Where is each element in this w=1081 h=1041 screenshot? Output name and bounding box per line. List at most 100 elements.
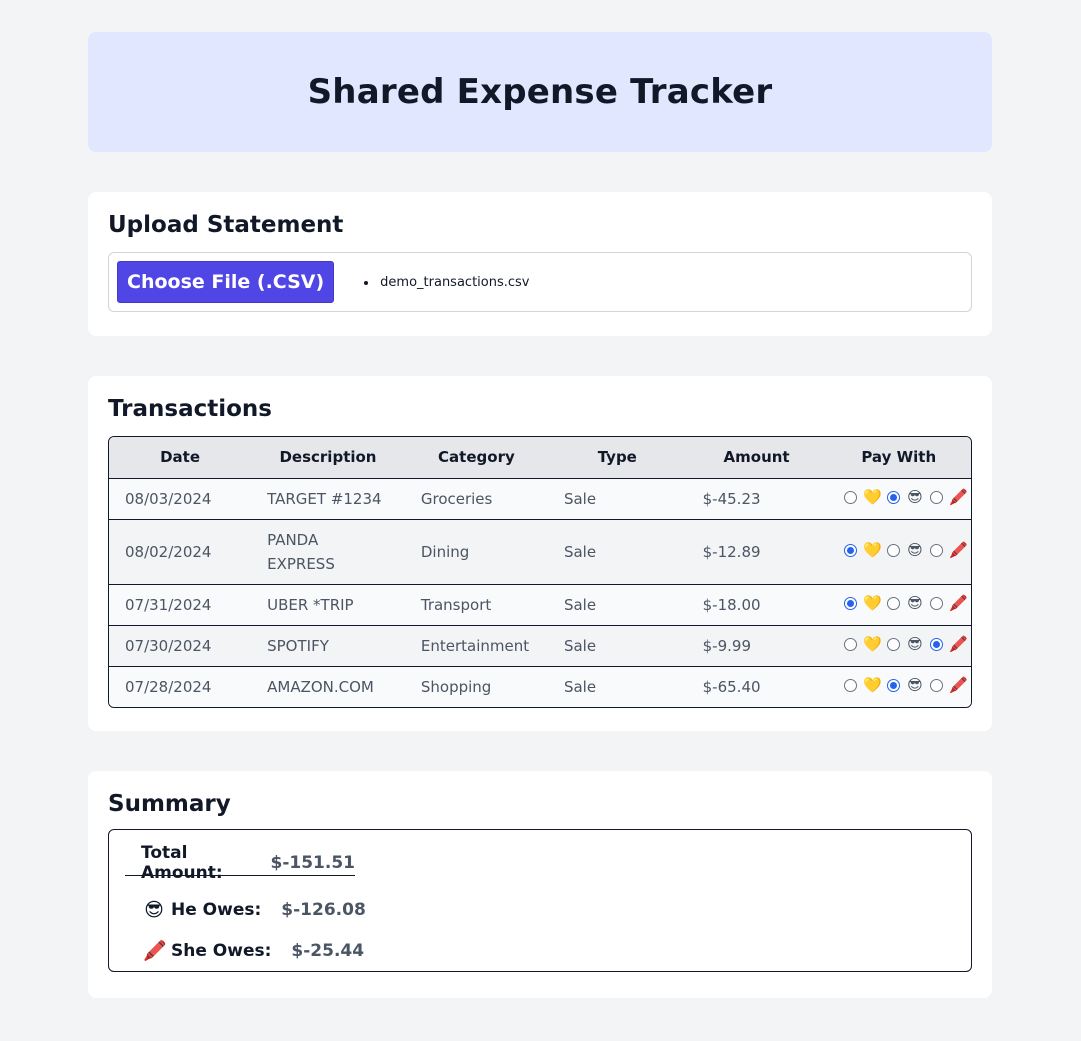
pencil-icon: 🖍️ xyxy=(949,540,968,559)
table-row: 07/31/2024 UBER *TRIP Transport Sale $-18.00… xyxy=(109,584,971,626)
pay-option-shared-heart: 💛 xyxy=(844,593,882,612)
pay-with-radio[interactable] xyxy=(887,596,900,610)
column-header-date[interactable]: Date xyxy=(109,437,252,479)
amount-cell: $-9.99 xyxy=(686,625,827,667)
pay-option-she-pencil: 🖍️ xyxy=(930,634,968,653)
total-amount-label: Total Amount: xyxy=(141,842,223,883)
date-cell: 07/31/2024 xyxy=(109,584,252,626)
file-list: demo_transactions.csv xyxy=(378,275,529,290)
pay-with-cell: 💛 😎 🖍️ xyxy=(826,584,971,626)
category-cell: Entertainment xyxy=(404,625,548,667)
heart-icon: 💛 xyxy=(863,540,882,559)
sunglasses-face-icon: 😎 xyxy=(907,593,923,612)
app-header: Shared Expense Tracker xyxy=(88,32,992,152)
pay-option-she-pencil: 🖍️ xyxy=(930,677,968,693)
heart-icon: 💛 xyxy=(863,634,882,653)
pay-with-radio[interactable] xyxy=(930,490,943,504)
pay-option-she-pencil: 🖍️ xyxy=(930,540,968,559)
transactions-table-body: 08/03/2024 TARGET #1234 Groceries Sale $-45.… xyxy=(109,478,971,707)
pay-with-radio[interactable] xyxy=(930,543,943,557)
category-cell: Transport xyxy=(404,584,548,626)
pay-with-radio[interactable] xyxy=(887,490,900,504)
pay-with-radio[interactable] xyxy=(844,637,857,651)
upload-section: Upload Statement Choose File (.CSV) demo… xyxy=(88,192,992,336)
pay-option-shared-heart: 💛 xyxy=(844,675,882,694)
total-amount-value: $-151.51 xyxy=(270,852,356,873)
pay-option-she-pencil: 🖍️ xyxy=(930,487,968,506)
pay-with-radio[interactable] xyxy=(844,490,857,504)
sunglasses-face-icon: 😎 xyxy=(907,487,923,506)
pay-with-radio[interactable] xyxy=(844,543,857,557)
pencil-icon: 🖍️ xyxy=(949,634,968,653)
upload-section-title: Upload Statement xyxy=(108,212,344,238)
pencil-icon: 🖍️ xyxy=(949,487,968,506)
category-cell: Groceries xyxy=(404,478,548,520)
column-header-pay-with: Pay With xyxy=(826,437,971,479)
pay-option-he-sunglasses: 😎 xyxy=(887,487,924,506)
transactions-section-title: Transactions xyxy=(108,396,272,422)
category-cell: Dining xyxy=(404,519,548,585)
pay-with-cell: 💛 😎 🖍️ xyxy=(826,625,971,667)
column-header-amount[interactable]: Amount xyxy=(686,437,827,479)
heart-icon: 💛 xyxy=(863,593,882,612)
column-header-description[interactable]: Description xyxy=(251,437,405,479)
description-cell: SPOTIFY xyxy=(251,625,405,667)
summary-section-title: Summary xyxy=(108,791,231,817)
she-owes-row: 🖍️ She Owes: $-25.44 xyxy=(143,939,364,962)
description-cell: AMAZON.COM xyxy=(267,677,374,696)
total-amount-row: Total Amount: $-151.51 xyxy=(125,843,356,883)
he-owes-value: $-126.08 xyxy=(281,900,366,920)
pencil-icon: 🖍️ xyxy=(949,593,968,612)
pay-with-radio[interactable] xyxy=(930,596,943,610)
page-title: Shared Expense Tracker xyxy=(307,72,773,112)
she-owes-value: $-25.44 xyxy=(291,940,365,961)
description-cell: TARGET #1234 xyxy=(251,478,405,520)
app-container: Shared Expense Tracker Upload Statement … xyxy=(88,32,992,998)
type-cell: Sale xyxy=(547,625,687,667)
amount-cell: $-65.40 xyxy=(702,677,761,696)
table-header-row: Date Description Category Type Amount Pa… xyxy=(109,437,971,479)
pay-with-radio[interactable] xyxy=(930,637,943,651)
pay-option-shared-heart: 💛 xyxy=(844,540,882,559)
heart-icon: 💛 xyxy=(863,487,882,506)
date-cell: 07/28/2024 xyxy=(125,677,212,696)
column-header-type[interactable]: Type xyxy=(547,437,687,479)
date-cell: 07/30/2024 xyxy=(109,625,252,667)
transactions-table: Date Description Category Type Amount Pa… xyxy=(109,437,971,707)
he-owes-row: 😎 He Owes: $-126.08 xyxy=(143,899,366,921)
pay-with-cell: 💛 😎 🖍️ xyxy=(826,478,971,520)
category-cell: Shopping xyxy=(420,677,492,696)
description-cell: UBER *TRIP xyxy=(251,584,405,626)
transactions-table-wrap: Date Description Category Type Amount Pa… xyxy=(108,436,972,708)
sunglasses-face-icon: 😎 xyxy=(907,675,923,694)
file-list-item: demo_transactions.csv xyxy=(378,275,529,290)
pencil-icon: 🖍️ xyxy=(143,940,167,962)
pay-option-he-sunglasses: 😎 xyxy=(887,593,924,612)
he-owes-label: He Owes: xyxy=(171,900,262,920)
transactions-section: Transactions Date Description Category T… xyxy=(88,376,992,731)
table-row: 07/30/2024 SPOTIFY Entertainment Sale $-9.99… xyxy=(109,625,971,667)
pay-with-radio[interactable] xyxy=(887,543,900,557)
amount-cell: $-45.23 xyxy=(686,478,827,520)
sunglasses-face-icon: 😎 xyxy=(144,899,164,921)
pay-with-radio[interactable] xyxy=(887,637,900,651)
table-row: 07/28/2024 AMAZON.COM Shopping Sale $-65.40 💛… xyxy=(109,666,971,707)
pay-option-she-pencil: 🖍️ xyxy=(930,593,968,612)
pay-option-shared-heart: 💛 xyxy=(844,634,882,653)
amount-cell: $-18.00 xyxy=(686,584,827,626)
pay-option-shared-heart: 💛 xyxy=(844,487,882,506)
pay-with-radio[interactable] xyxy=(844,678,857,692)
date-cell: 08/03/2024 xyxy=(109,478,252,520)
choose-file-button[interactable]: Choose File (.CSV) xyxy=(117,261,335,303)
pay-with-radio[interactable] xyxy=(844,596,857,610)
date-cell: 08/02/2024 xyxy=(109,519,252,585)
upload-box: Choose File (.CSV) demo_transactions.csv xyxy=(108,252,972,312)
pay-with-cell: 💛 😎 🖍️ xyxy=(826,519,971,585)
heart-icon: 💛 xyxy=(863,675,882,694)
pay-with-radio[interactable] xyxy=(887,678,900,692)
summary-section: Summary Total Amount: $-151.51 😎 He Owes… xyxy=(88,771,992,998)
type-cell: Sale xyxy=(547,478,687,520)
pay-with-radio[interactable] xyxy=(930,678,943,692)
type-cell: Sale xyxy=(547,584,687,626)
column-header-category[interactable]: Category xyxy=(404,437,548,479)
